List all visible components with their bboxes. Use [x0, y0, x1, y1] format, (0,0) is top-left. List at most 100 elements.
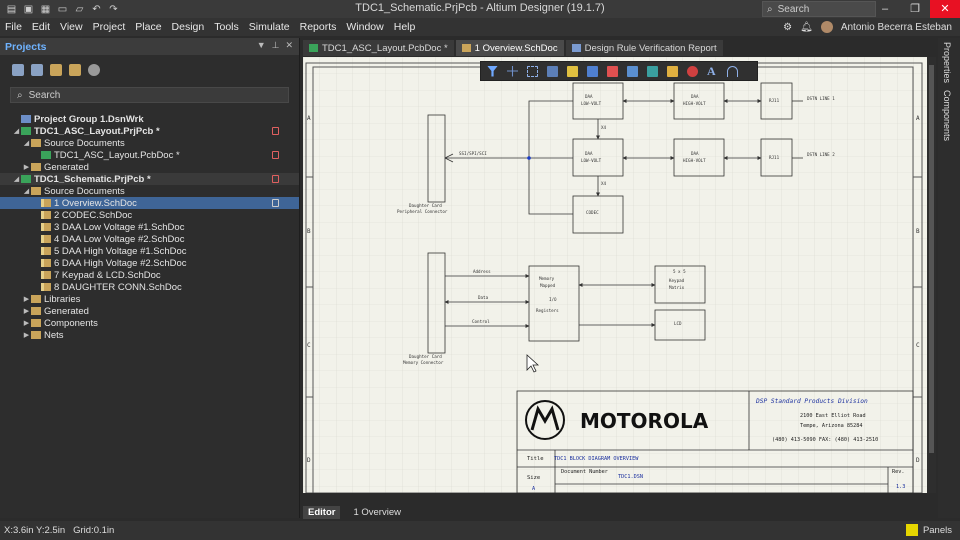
- power-port-icon[interactable]: [607, 65, 618, 77]
- open-project-icon[interactable]: ▱: [74, 4, 85, 15]
- tree-item-folder[interactable]: ▶ Generated: [0, 161, 299, 173]
- tree-item-schdoc[interactable]: 2 CODEC.SchDoc: [0, 209, 299, 221]
- tree-item-schdoc[interactable]: 1 Overview.SchDoc: [0, 197, 299, 209]
- pcb-document-icon: [309, 44, 318, 52]
- rev-value: 1.3: [896, 484, 905, 490]
- folder-icon: [31, 139, 41, 147]
- filter-icon[interactable]: [487, 65, 498, 77]
- doc-tab[interactable]: Design Rule Verification Report: [565, 40, 723, 56]
- tree-item-schdoc[interactable]: 7 Keypad & LCD.SchDoc: [0, 269, 299, 281]
- panel-menu-icon[interactable]: ▼: [257, 40, 266, 51]
- expand-arrow-icon[interactable]: ◢: [22, 187, 31, 195]
- properties-panel-tab[interactable]: Properties: [942, 42, 952, 83]
- tree-item-folder[interactable]: ▶ Components: [0, 317, 299, 329]
- expand-arrow-icon[interactable]: ◢: [12, 127, 21, 135]
- save-icon[interactable]: ▣: [23, 4, 34, 15]
- tree-item-schdoc[interactable]: 6 DAA High Voltage #2.SchDoc: [0, 257, 299, 269]
- part-icon[interactable]: [567, 65, 578, 77]
- select-area-icon[interactable]: [527, 65, 538, 77]
- wire-icon[interactable]: [587, 65, 598, 77]
- tree-item-folder[interactable]: ◢ Source Documents: [0, 185, 299, 197]
- avatar[interactable]: [820, 21, 833, 33]
- project-icon: [21, 175, 31, 183]
- open-folder-icon[interactable]: [50, 64, 62, 76]
- menu-project[interactable]: Project: [88, 21, 131, 33]
- menu-help[interactable]: Help: [389, 21, 421, 33]
- menu-window[interactable]: Window: [341, 21, 388, 33]
- arc-icon[interactable]: [727, 65, 738, 77]
- doc-tab[interactable]: 1 Overview.SchDoc: [455, 40, 564, 56]
- window-controls: – ❐ ✕: [870, 0, 960, 18]
- menu-reports[interactable]: Reports: [295, 21, 342, 33]
- menu-edit[interactable]: Edit: [27, 21, 55, 33]
- projects-search-input[interactable]: ⌕ Search: [10, 87, 289, 103]
- save-all-icon[interactable]: ▦: [40, 4, 51, 15]
- collapse-arrow-icon[interactable]: ▶: [22, 319, 31, 327]
- tree-item-folder[interactable]: ▶ Libraries: [0, 293, 299, 305]
- title-label: Title: [527, 456, 544, 462]
- memory-label-4: Registers: [536, 308, 559, 313]
- sch-icon: [41, 223, 51, 231]
- harness-icon[interactable]: [627, 65, 638, 77]
- tree-item[interactable]: Project Group 1.DsnWrk: [0, 113, 299, 125]
- menu-tools[interactable]: Tools: [209, 21, 244, 33]
- collapse-arrow-icon[interactable]: ▶: [22, 163, 31, 171]
- tree-item-folder[interactable]: ◢ Source Documents: [0, 137, 299, 149]
- rev-label: Rev.: [892, 469, 905, 475]
- directive-icon[interactable]: [687, 65, 698, 77]
- undo-icon[interactable]: ↶: [91, 4, 102, 15]
- doc-tab[interactable]: TDC1_ASC_Layout.PcbDoc *: [303, 40, 454, 56]
- tree-item[interactable]: TDC1_ASC_Layout.PcbDoc *: [0, 149, 299, 161]
- collapse-arrow-icon[interactable]: ▶: [22, 295, 31, 303]
- company-name: MOTOROLA: [580, 409, 709, 433]
- save-project-icon[interactable]: [12, 64, 24, 76]
- close-button[interactable]: ✕: [930, 0, 960, 18]
- tree-item-label: 1 Overview.SchDoc: [54, 197, 137, 209]
- menu-place[interactable]: Place: [130, 21, 166, 33]
- expand-arrow-icon[interactable]: ◢: [22, 139, 31, 147]
- align-icon[interactable]: [547, 65, 558, 77]
- tab-editor[interactable]: Editor: [303, 505, 341, 519]
- tree-item-schdoc[interactable]: 5 DAA High Voltage #1.SchDoc: [0, 245, 299, 257]
- text-icon[interactable]: A: [707, 65, 718, 77]
- global-search[interactable]: ⌕ Search: [762, 1, 876, 17]
- tree-item-schdoc[interactable]: 3 DAA Low Voltage #1.SchDoc: [0, 221, 299, 233]
- menu-view[interactable]: View: [55, 21, 88, 33]
- restore-button[interactable]: ❐: [900, 0, 930, 18]
- tree-item-folder[interactable]: ▶ Nets: [0, 329, 299, 341]
- tree-item-folder[interactable]: ▶ Generated: [0, 305, 299, 317]
- panel-close-icon[interactable]: ✕: [285, 40, 293, 51]
- folder-icon[interactable]: [69, 64, 81, 76]
- sch-document-icon: [461, 44, 471, 52]
- open-icon[interactable]: ▭: [57, 4, 68, 15]
- tree-item[interactable]: ◢ TDC1_ASC_Layout.PrjPcb *: [0, 125, 299, 137]
- menu-file[interactable]: File: [0, 21, 27, 33]
- collapse-arrow-icon[interactable]: ▶: [22, 331, 31, 339]
- port-icon[interactable]: [667, 65, 678, 77]
- menu-simulate[interactable]: Simulate: [244, 21, 295, 33]
- components-panel-tab[interactable]: Components: [942, 90, 952, 141]
- project-icon: [21, 127, 31, 135]
- collapse-arrow-icon[interactable]: ▶: [22, 307, 31, 315]
- move-icon[interactable]: [507, 65, 518, 77]
- notification-bell-icon[interactable]: 🔔︎: [800, 22, 813, 33]
- menu-design[interactable]: Design: [167, 21, 210, 33]
- user-name[interactable]: Antonio Becerra Esteban: [841, 22, 952, 33]
- redo-icon[interactable]: ↷: [108, 4, 119, 15]
- tree-item-schdoc[interactable]: 8 DAUGHTER CONN.SchDoc: [0, 281, 299, 293]
- tab-1-overview[interactable]: 1 Overview: [348, 506, 406, 519]
- tree-item-schdoc[interactable]: 4 DAA Low Voltage #2.SchDoc: [0, 233, 299, 245]
- app-menu-icon[interactable]: ▤: [6, 4, 17, 15]
- scrollbar-thumb[interactable]: [929, 65, 934, 453]
- pin-icon[interactable]: ⊥: [272, 40, 280, 51]
- compile-icon[interactable]: [31, 64, 43, 76]
- schematic-canvas[interactable]: A B C D A B C D DAA LOW-VOLT DAA HIGH-VO…: [303, 57, 927, 493]
- minimize-button[interactable]: –: [870, 0, 900, 18]
- panels-button[interactable]: Panels: [905, 524, 952, 536]
- sheet-symbol-icon[interactable]: [647, 65, 658, 77]
- settings-icon[interactable]: [88, 64, 100, 76]
- gear-icon[interactable]: ⚙: [783, 22, 792, 33]
- tree-item[interactable]: ◢ TDC1_Schematic.PrjPcb *: [0, 173, 299, 185]
- expand-arrow-icon[interactable]: ◢: [12, 175, 21, 183]
- vertical-scrollbar[interactable]: [927, 57, 936, 493]
